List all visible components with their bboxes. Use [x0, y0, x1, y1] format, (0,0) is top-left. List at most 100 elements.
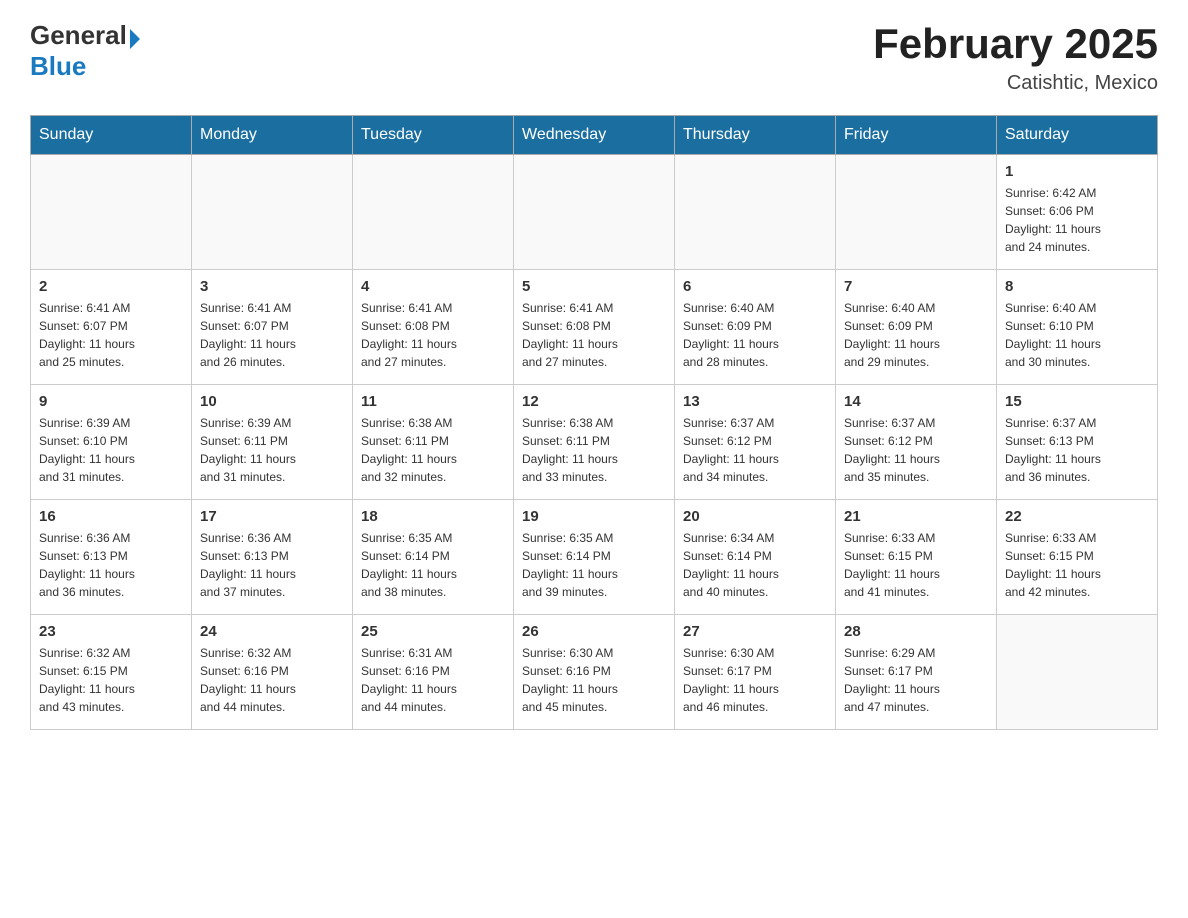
day-info: Sunrise: 6:40 AM Sunset: 6:09 PM Dayligh…	[844, 299, 988, 371]
day-info: Sunrise: 6:37 AM Sunset: 6:12 PM Dayligh…	[844, 414, 988, 486]
calendar-day-cell: 9 Sunrise: 6:39 AM Sunset: 6:10 PM Daylig…	[31, 385, 192, 500]
calendar-week-row: 23 Sunrise: 6:32 AM Sunset: 6:15 PM Dayli…	[31, 615, 1158, 730]
calendar-table: SundayMondayTuesdayWednesdayThursdayFrid…	[30, 115, 1158, 730]
calendar-day-cell: 5 Sunrise: 6:41 AM Sunset: 6:08 PM Daylig…	[514, 270, 675, 385]
day-number: 12	[522, 393, 666, 410]
calendar-day-header: Thursday	[675, 116, 836, 155]
day-info: Sunrise: 6:34 AM Sunset: 6:14 PM Dayligh…	[683, 529, 827, 601]
calendar-week-row: 1 Sunrise: 6:42 AM Sunset: 6:06 PM Daylig…	[31, 155, 1158, 270]
calendar-day-header: Friday	[836, 116, 997, 155]
day-number: 19	[522, 508, 666, 525]
day-info: Sunrise: 6:30 AM Sunset: 6:17 PM Dayligh…	[683, 644, 827, 716]
day-info: Sunrise: 6:39 AM Sunset: 6:11 PM Dayligh…	[200, 414, 344, 486]
day-info: Sunrise: 6:41 AM Sunset: 6:07 PM Dayligh…	[39, 299, 183, 371]
day-info: Sunrise: 6:32 AM Sunset: 6:15 PM Dayligh…	[39, 644, 183, 716]
logo-general: General	[30, 20, 127, 51]
calendar-day-cell: 10 Sunrise: 6:39 AM Sunset: 6:11 PM Dayli…	[192, 385, 353, 500]
calendar-day-cell: 3Sunrise: 6:41 AM Sunset: 6:07 PM Daylig…	[192, 270, 353, 385]
day-info: Sunrise: 6:40 AM Sunset: 6:10 PM Dayligh…	[1005, 299, 1149, 371]
day-number: 21	[844, 508, 988, 525]
day-info: Sunrise: 6:33 AM Sunset: 6:15 PM Dayligh…	[844, 529, 988, 601]
calendar-day-cell: 14 Sunrise: 6:37 AM Sunset: 6:12 PM Dayli…	[836, 385, 997, 500]
day-number: 18	[361, 508, 505, 525]
day-info: Sunrise: 6:35 AM Sunset: 6:14 PM Dayligh…	[361, 529, 505, 601]
calendar-day-cell: 25 Sunrise: 6:31 AM Sunset: 6:16 PM Dayli…	[353, 615, 514, 730]
calendar-week-row: 2 Sunrise: 6:41 AM Sunset: 6:07 PM Daylig…	[31, 270, 1158, 385]
calendar-day-cell: 1 Sunrise: 6:42 AM Sunset: 6:06 PM Daylig…	[997, 155, 1158, 270]
day-number: 11	[361, 393, 505, 410]
calendar-subtitle: Catishtic, Mexico	[873, 72, 1158, 95]
calendar-day-cell: 17Sunrise: 6:36 AM Sunset: 6:13 PM Dayli…	[192, 500, 353, 615]
day-number: 4	[361, 278, 505, 295]
day-number: 24	[200, 623, 344, 640]
calendar-title: February 2025	[873, 20, 1158, 68]
calendar-day-cell: 19 Sunrise: 6:35 AM Sunset: 6:14 PM Dayli…	[514, 500, 675, 615]
day-number: 6	[683, 278, 827, 295]
day-info: Sunrise: 6:39 AM Sunset: 6:10 PM Dayligh…	[39, 414, 183, 486]
day-number: 2	[39, 278, 183, 295]
calendar-day-cell: 11 Sunrise: 6:38 AM Sunset: 6:11 PM Dayli…	[353, 385, 514, 500]
calendar-day-cell	[192, 155, 353, 270]
calendar-day-cell: 15 Sunrise: 6:37 AM Sunset: 6:13 PM Dayli…	[997, 385, 1158, 500]
calendar-day-cell: 28 Sunrise: 6:29 AM Sunset: 6:17 PM Dayli…	[836, 615, 997, 730]
calendar-day-cell: 4 Sunrise: 6:41 AM Sunset: 6:08 PM Daylig…	[353, 270, 514, 385]
day-info: Sunrise: 6:32 AM Sunset: 6:16 PM Dayligh…	[200, 644, 344, 716]
day-info: Sunrise: 6:33 AM Sunset: 6:15 PM Dayligh…	[1005, 529, 1149, 601]
day-info: Sunrise: 6:37 AM Sunset: 6:13 PM Dayligh…	[1005, 414, 1149, 486]
day-number: 26	[522, 623, 666, 640]
calendar-day-cell: 16 Sunrise: 6:36 AM Sunset: 6:13 PM Dayli…	[31, 500, 192, 615]
day-info: Sunrise: 6:38 AM Sunset: 6:11 PM Dayligh…	[522, 414, 666, 486]
calendar-day-cell: 21 Sunrise: 6:33 AM Sunset: 6:15 PM Dayli…	[836, 500, 997, 615]
calendar-week-row: 9 Sunrise: 6:39 AM Sunset: 6:10 PM Daylig…	[31, 385, 1158, 500]
calendar-day-cell: 8 Sunrise: 6:40 AM Sunset: 6:10 PM Daylig…	[997, 270, 1158, 385]
logo: General Blue	[30, 20, 140, 82]
day-number: 13	[683, 393, 827, 410]
calendar-day-cell: 2 Sunrise: 6:41 AM Sunset: 6:07 PM Daylig…	[31, 270, 192, 385]
calendar-day-header: Sunday	[31, 116, 192, 155]
calendar-day-cell	[836, 155, 997, 270]
day-info: Sunrise: 6:41 AM Sunset: 6:08 PM Dayligh…	[361, 299, 505, 371]
day-number: 14	[844, 393, 988, 410]
calendar-day-cell: 24 Sunrise: 6:32 AM Sunset: 6:16 PM Dayli…	[192, 615, 353, 730]
title-section: February 2025 Catishtic, Mexico	[873, 20, 1158, 95]
calendar-day-cell: 6Sunrise: 6:40 AM Sunset: 6:09 PM Daylig…	[675, 270, 836, 385]
calendar-day-cell: 13 Sunrise: 6:37 AM Sunset: 6:12 PM Dayli…	[675, 385, 836, 500]
day-number: 1	[1005, 163, 1149, 180]
calendar-day-header: Wednesday	[514, 116, 675, 155]
day-number: 15	[1005, 393, 1149, 410]
calendar-day-cell: 18 Sunrise: 6:35 AM Sunset: 6:14 PM Dayli…	[353, 500, 514, 615]
day-number: 5	[522, 278, 666, 295]
calendar-header-row: SundayMondayTuesdayWednesdayThursdayFrid…	[31, 116, 1158, 155]
day-info: Sunrise: 6:41 AM Sunset: 6:08 PM Dayligh…	[522, 299, 666, 371]
calendar-day-header: Saturday	[997, 116, 1158, 155]
day-number: 8	[1005, 278, 1149, 295]
day-info: Sunrise: 6:29 AM Sunset: 6:17 PM Dayligh…	[844, 644, 988, 716]
calendar-day-cell: 27 Sunrise: 6:30 AM Sunset: 6:17 PM Dayli…	[675, 615, 836, 730]
day-info: Sunrise: 6:31 AM Sunset: 6:16 PM Dayligh…	[361, 644, 505, 716]
day-info: Sunrise: 6:35 AM Sunset: 6:14 PM Dayligh…	[522, 529, 666, 601]
calendar-week-row: 16 Sunrise: 6:36 AM Sunset: 6:13 PM Dayli…	[31, 500, 1158, 615]
calendar-day-cell	[514, 155, 675, 270]
day-info: Sunrise: 6:37 AM Sunset: 6:12 PM Dayligh…	[683, 414, 827, 486]
day-number: 25	[361, 623, 505, 640]
calendar-day-cell: 22Sunrise: 6:33 AM Sunset: 6:15 PM Dayli…	[997, 500, 1158, 615]
day-number: 10	[200, 393, 344, 410]
day-info: Sunrise: 6:38 AM Sunset: 6:11 PM Dayligh…	[361, 414, 505, 486]
calendar-day-cell: 12 Sunrise: 6:38 AM Sunset: 6:11 PM Dayli…	[514, 385, 675, 500]
page-header: General Blue February 2025 Catishtic, Me…	[30, 20, 1158, 95]
day-number: 16	[39, 508, 183, 525]
day-number: 27	[683, 623, 827, 640]
day-info: Sunrise: 6:42 AM Sunset: 6:06 PM Dayligh…	[1005, 184, 1149, 256]
calendar-day-cell	[997, 615, 1158, 730]
day-info: Sunrise: 6:36 AM Sunset: 6:13 PM Dayligh…	[39, 529, 183, 601]
day-info: Sunrise: 6:30 AM Sunset: 6:16 PM Dayligh…	[522, 644, 666, 716]
calendar-day-cell	[31, 155, 192, 270]
day-number: 9	[39, 393, 183, 410]
logo-arrow-icon	[130, 29, 140, 49]
day-number: 28	[844, 623, 988, 640]
day-number: 3	[200, 278, 344, 295]
calendar-day-header: Tuesday	[353, 116, 514, 155]
day-number: 23	[39, 623, 183, 640]
calendar-day-cell: 23 Sunrise: 6:32 AM Sunset: 6:15 PM Dayli…	[31, 615, 192, 730]
calendar-day-header: Monday	[192, 116, 353, 155]
